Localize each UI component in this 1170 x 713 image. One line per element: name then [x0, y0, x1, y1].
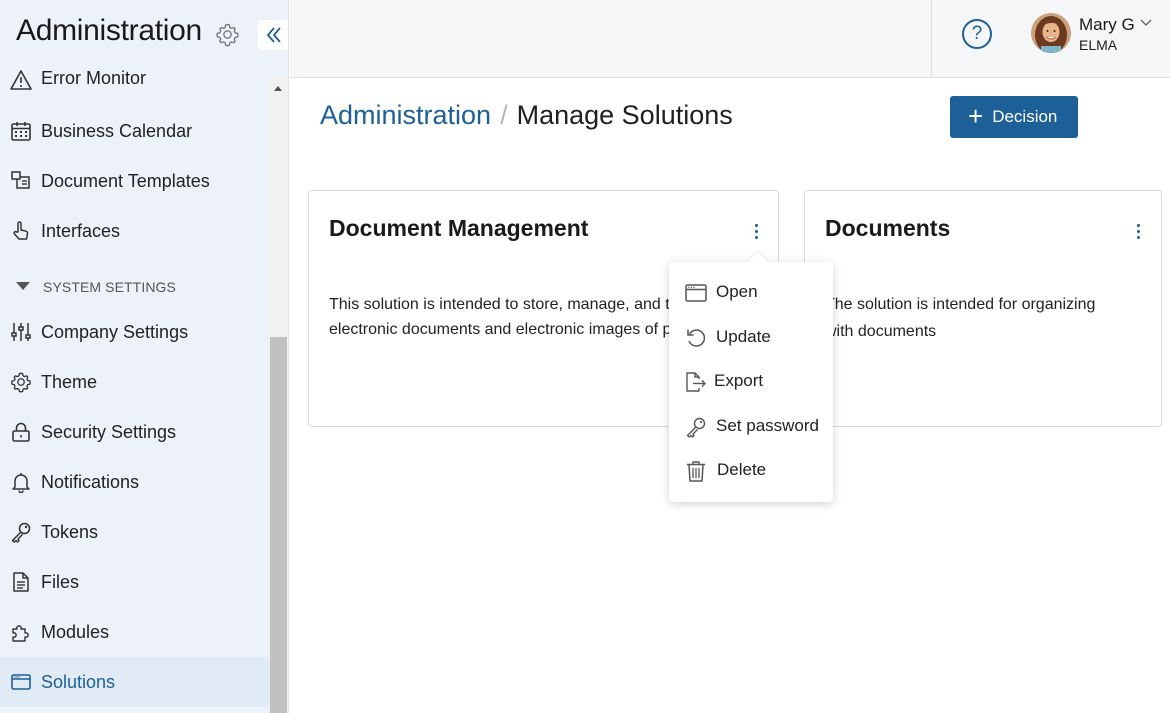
- document-templates-icon: [11, 171, 30, 189]
- menu-item-label: Update: [716, 327, 771, 346]
- menu-item-label: Delete: [717, 460, 767, 479]
- section-label: SYSTEM SETTINGS: [43, 279, 176, 295]
- section-system-settings[interactable]: SYSTEM SETTINGS: [0, 260, 270, 310]
- bell-icon: [12, 473, 30, 493]
- menu-item-label: Set password: [716, 416, 819, 435]
- sidebar-item-label: Notifications: [41, 471, 140, 492]
- card-description: This solution is intended to store, mana…: [329, 296, 684, 338]
- page-title: Manage Solutions: [516, 100, 733, 130]
- card-title: Document Management: [329, 215, 589, 241]
- gear-icon[interactable]: [215, 22, 240, 47]
- menu-item-update[interactable]: Update: [669, 316, 833, 360]
- sidebar-header: Administration: [0, 0, 288, 70]
- sidebar-item-modules[interactable]: Modules: [0, 607, 270, 657]
- sidebar-item-files[interactable]: Files: [0, 557, 270, 607]
- menu-item-open[interactable]: Open: [669, 271, 833, 315]
- window-icon: [685, 284, 707, 302]
- pointer-hand-icon: [13, 221, 29, 240]
- help-icon: ?: [971, 23, 983, 44]
- sidebar-item-document-templates[interactable]: Document Templates: [0, 156, 270, 206]
- sidebar-item-label: Solutions: [41, 671, 116, 692]
- solution-context-menu: Open Update Export Set password Delete: [669, 252, 833, 502]
- top-bar: ? Mary G ELMA: [290, 0, 1170, 78]
- trash-icon: [687, 461, 705, 482]
- sidebar-item-interfaces[interactable]: Interfaces: [0, 206, 270, 256]
- avatar[interactable]: [1031, 13, 1071, 53]
- card-title: Documents: [825, 215, 951, 241]
- scroll-up-arrow-icon[interactable]: [274, 86, 282, 91]
- chevron-down-icon[interactable]: [1140, 18, 1152, 28]
- sidebar-item-label: Document Templates: [41, 170, 210, 191]
- calendar-icon: [11, 122, 31, 141]
- sidebar-item-label: Modules: [41, 621, 110, 642]
- add-decision-button[interactable]: + Decision: [950, 96, 1078, 138]
- sidebar-item-label: Company Settings: [41, 321, 189, 342]
- sidebar-item-solutions[interactable]: Solutions: [0, 657, 270, 707]
- window-icon: [11, 674, 31, 690]
- menu-item-label: Export: [714, 371, 764, 390]
- sidebar-item-business-calendar[interactable]: Business Calendar: [0, 106, 270, 156]
- menu-item-label: Open: [716, 282, 758, 301]
- warning-icon: [10, 70, 32, 90]
- plus-icon: +: [968, 101, 984, 131]
- undo-arrow-icon: [687, 329, 706, 347]
- lock-icon: [12, 422, 30, 442]
- export-file-icon: [686, 372, 706, 392]
- menu-item-set-password[interactable]: Set password: [669, 405, 833, 449]
- key-icon: [686, 417, 706, 438]
- sidebar-item-security-settings[interactable]: Security Settings: [0, 407, 270, 457]
- add-decision-label: Decision: [992, 107, 1058, 126]
- breadcrumb: Administration / Manage Solutions: [320, 100, 733, 131]
- kebab-menu-icon[interactable]: [752, 223, 762, 241]
- collapse-triangle-icon: [16, 282, 30, 290]
- kebab-menu-icon[interactable]: [1134, 223, 1144, 241]
- sliders-icon: [11, 323, 31, 341]
- key-icon: [11, 522, 31, 543]
- menu-item-export[interactable]: Export: [669, 360, 833, 404]
- sidebar-item-label: Files: [41, 571, 80, 592]
- double-chevron-left-icon: [266, 27, 281, 43]
- breadcrumb-root-link[interactable]: Administration: [320, 100, 491, 130]
- sidebar-item-label: Theme: [41, 371, 98, 392]
- scrollbar-thumb[interactable]: [270, 337, 287, 713]
- sidebar: Error Monitor Business Calendar Document…: [0, 0, 289, 713]
- user-avatar-image: [1031, 13, 1071, 53]
- gear-icon: [11, 372, 31, 393]
- help-button[interactable]: ?: [962, 19, 992, 49]
- user-org: ELMA: [1079, 37, 1118, 53]
- card-description: The solution is intended for organizing …: [825, 296, 1096, 340]
- sidebar-item-label: Tokens: [41, 521, 99, 542]
- sidebar-item-label: Error Monitor: [41, 68, 147, 88]
- menu-item-delete[interactable]: Delete: [669, 449, 833, 493]
- sidebar-title: Administration: [16, 14, 202, 47]
- sidebar-item-label: Business Calendar: [41, 120, 193, 141]
- user-name[interactable]: Mary G: [1079, 15, 1135, 35]
- file-icon: [13, 572, 29, 592]
- sidebar-item-label: Interfaces: [41, 220, 121, 241]
- sidebar-item-label: Security Settings: [41, 421, 177, 442]
- solution-card-documents[interactable]: Documents The solution is intended for o…: [804, 190, 1162, 427]
- sidebar-item-notifications[interactable]: Notifications: [0, 457, 270, 507]
- sidebar-item-company-settings[interactable]: Company Settings: [0, 307, 270, 357]
- sidebar-item-theme[interactable]: Theme: [0, 357, 270, 407]
- sidebar-item-tokens[interactable]: Tokens: [0, 507, 270, 557]
- sidebar-scrollbar[interactable]: [270, 76, 287, 713]
- top-divider: [931, 0, 932, 78]
- breadcrumb-separator: /: [500, 100, 508, 130]
- collapse-sidebar-button[interactable]: [258, 20, 288, 50]
- puzzle-icon: [12, 625, 29, 642]
